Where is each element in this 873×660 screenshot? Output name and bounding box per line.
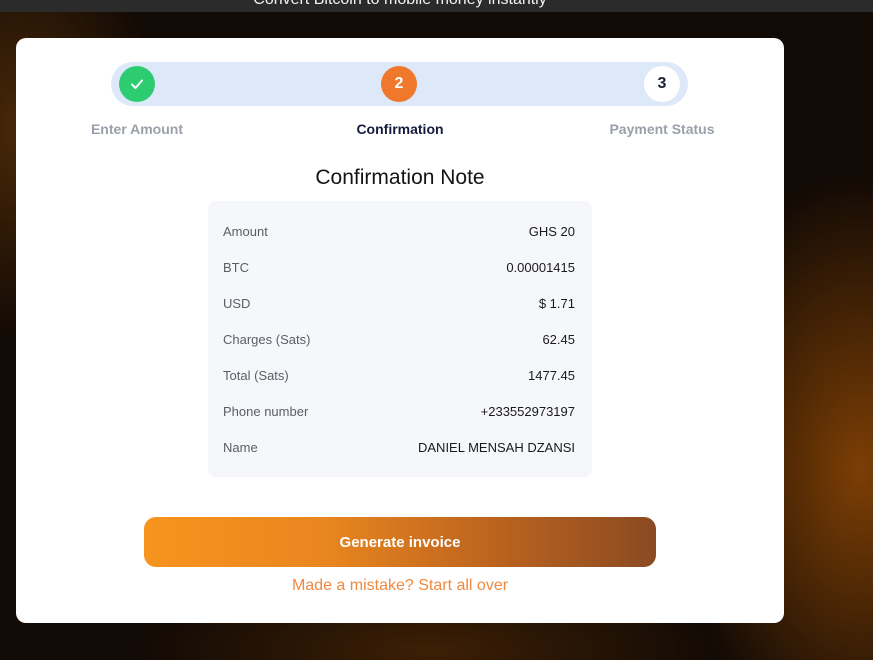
detail-row-total: Total (Sats) 1477.45: [223, 365, 575, 385]
detail-label: Charges (Sats): [223, 331, 311, 347]
detail-value: 0.00001415: [506, 259, 575, 275]
detail-value: GHS 20: [528, 223, 575, 239]
confirmation-note-title: Confirmation Note: [315, 166, 485, 189]
detail-label: Amount: [223, 223, 268, 239]
detail-row-charges: Charges (Sats) 62.45: [223, 329, 575, 349]
page-tagline: Convert Bitcoin to mobile money instantl…: [0, 0, 800, 10]
detail-row-btc: BTC 0.00001415: [223, 257, 575, 277]
step-3-label: Payment Status: [609, 121, 715, 137]
step-1-label: Enter Amount: [90, 121, 184, 137]
detail-value: +233552973197: [480, 403, 575, 419]
detail-value: $ 1.71: [538, 295, 575, 311]
start-over-link[interactable]: Made a mistake? Start all over: [200, 577, 600, 595]
step-3-indicator: 3: [644, 66, 680, 102]
detail-label: Total (Sats): [223, 367, 289, 383]
detail-row-amount: Amount GHS 20: [223, 221, 575, 241]
detail-label: Name: [223, 439, 258, 455]
step-1-indicator: [119, 66, 155, 102]
step-progress-bar: 2 3: [111, 62, 688, 106]
detail-label: BTC: [223, 259, 249, 275]
detail-label: Phone number: [223, 403, 309, 419]
detail-row-name: Name DANIEL MENSAH DZANSI: [223, 437, 575, 457]
detail-value: 62.45: [542, 331, 575, 347]
generate-invoice-button[interactable]: Generate invoice: [144, 517, 656, 567]
detail-row-phone: Phone number +233552973197: [223, 401, 575, 421]
detail-value: DANIEL MENSAH DZANSI: [418, 439, 575, 455]
confirmation-details: Amount GHS 20 BTC 0.00001415 USD $ 1.71 …: [208, 201, 592, 477]
step-2-label: Confirmation: [356, 121, 444, 137]
detail-label: USD: [223, 295, 251, 311]
detail-value: 1477.45: [528, 367, 575, 383]
step-2-indicator: 2: [381, 66, 417, 102]
confirmation-card: 2 3 Enter Amount Confirmation Payment St…: [16, 38, 784, 623]
detail-row-usd: USD $ 1.71: [223, 293, 575, 313]
check-icon: [131, 79, 143, 89]
